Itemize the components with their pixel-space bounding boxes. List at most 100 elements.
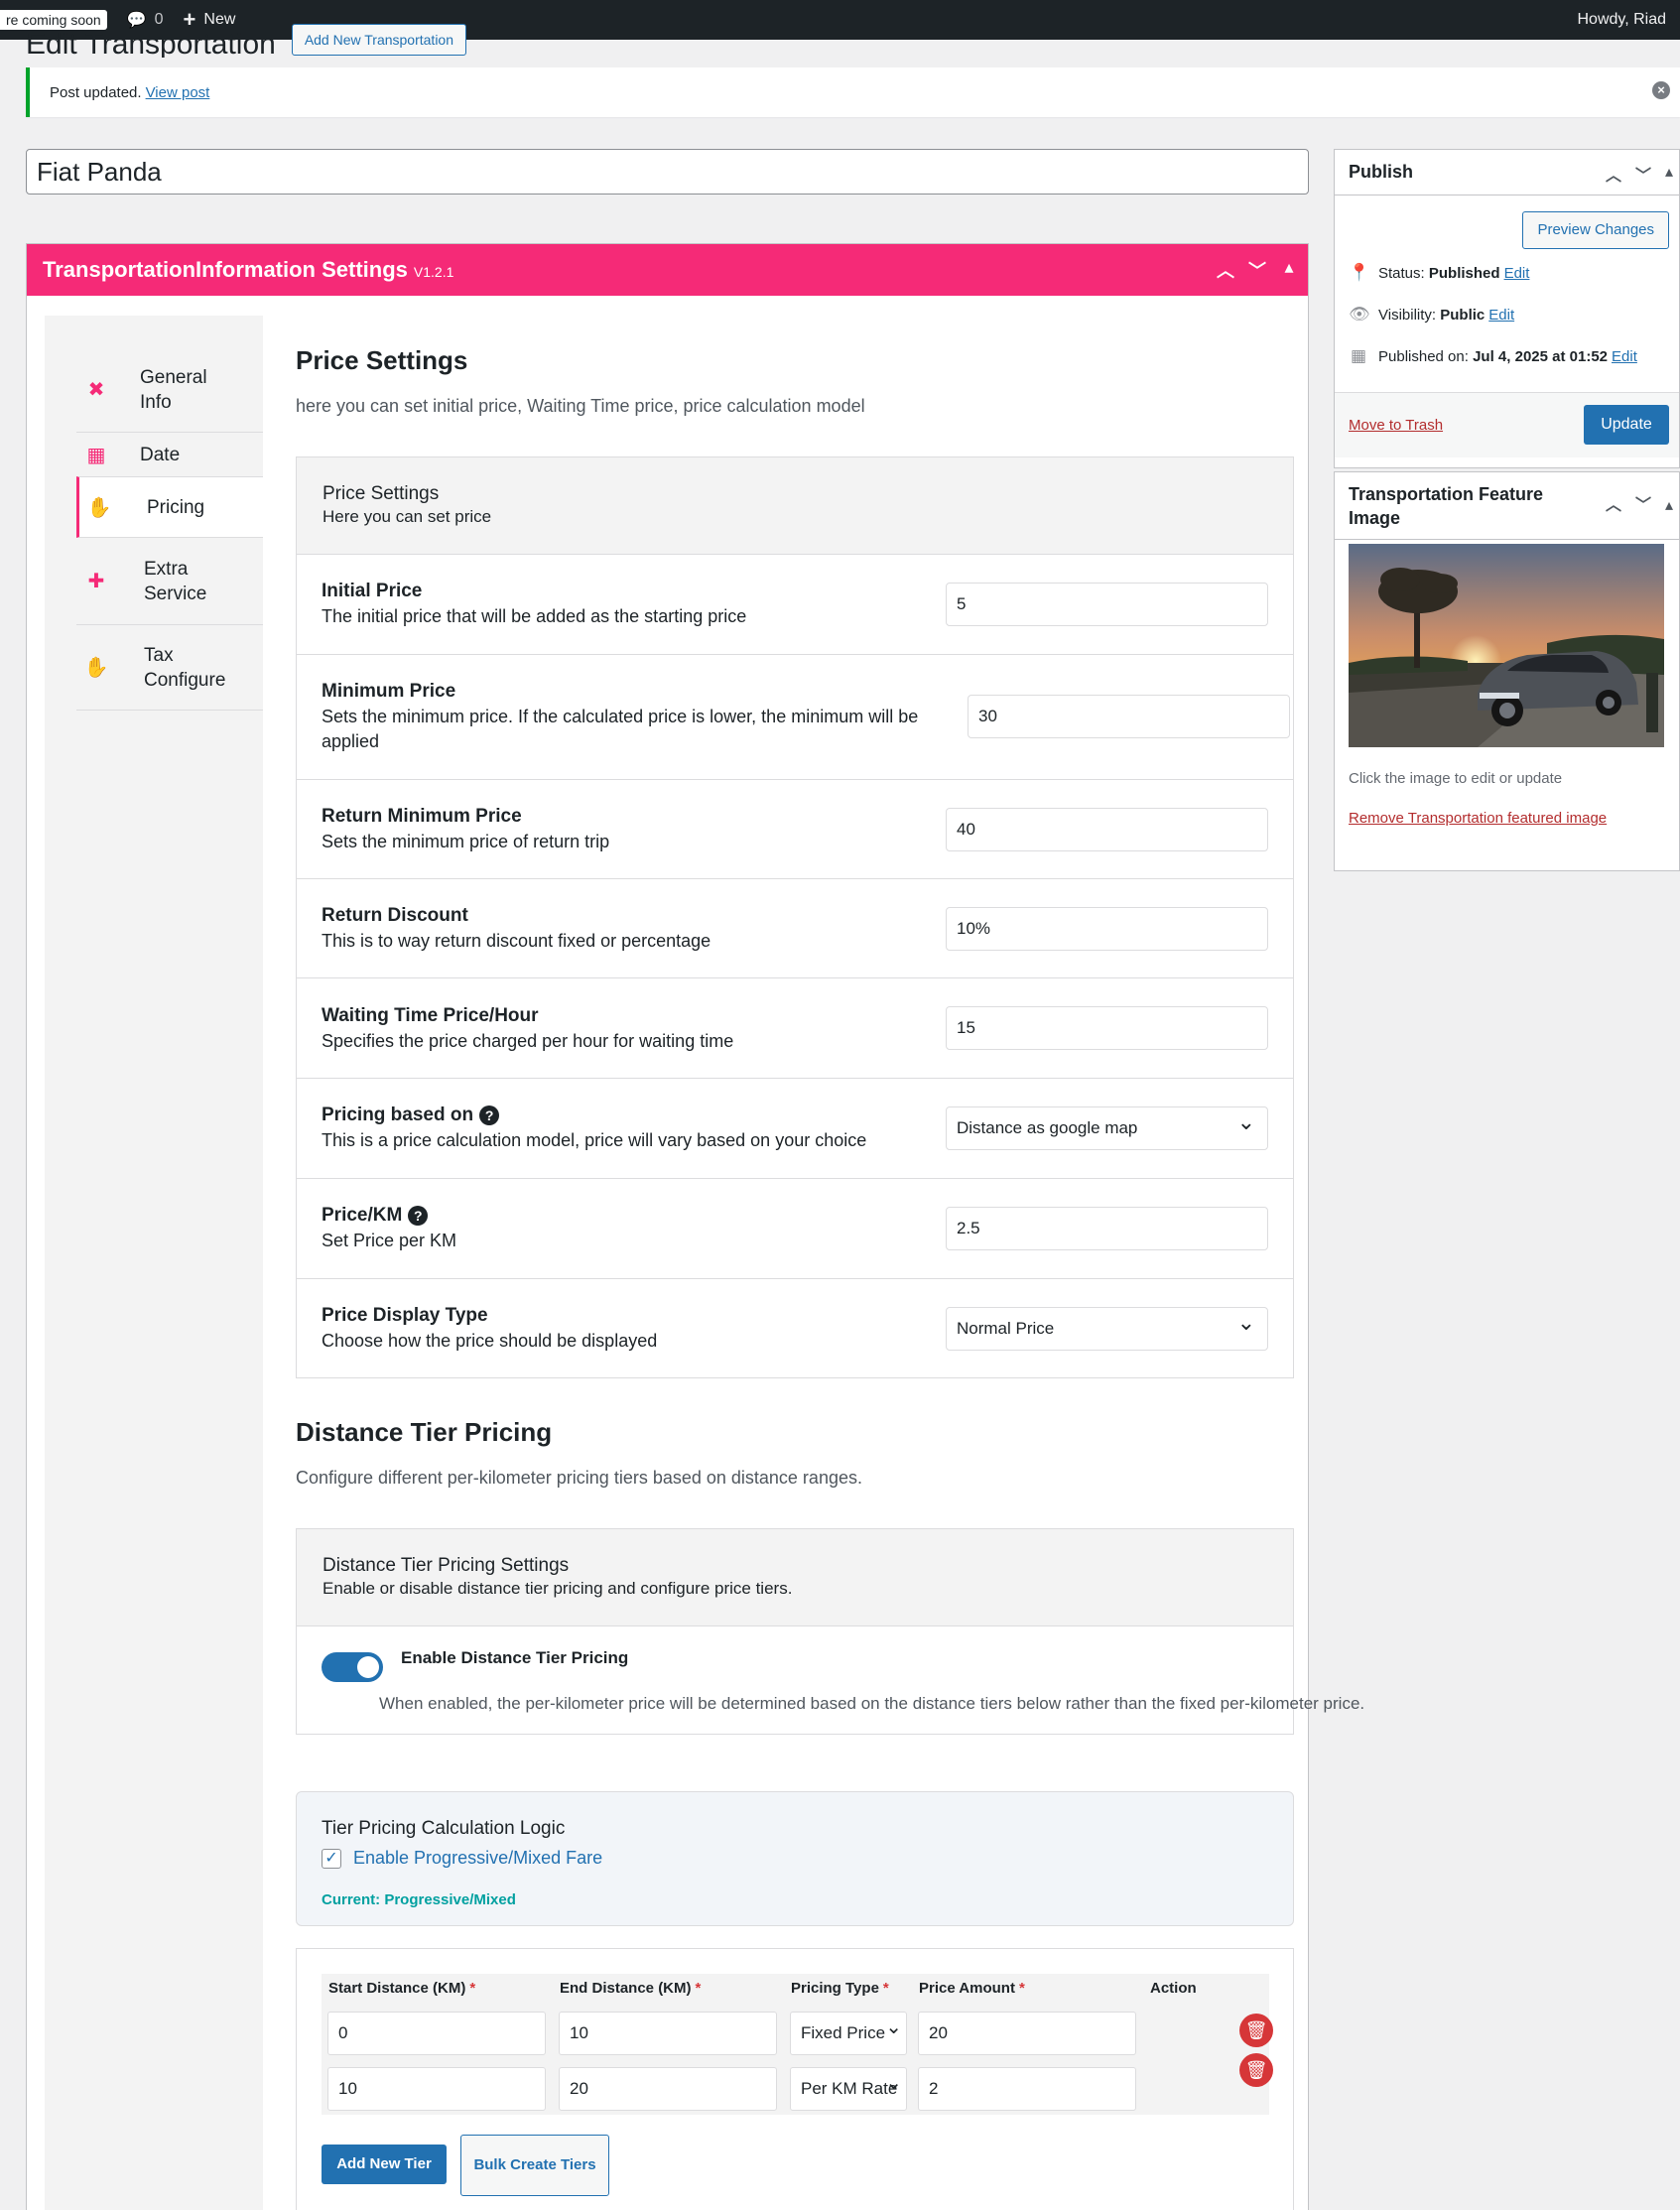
tier-pricing-title: Distance Tier Pricing (296, 1417, 553, 1447)
tier-pricing-desc: Configure different per-kilometer pricin… (296, 1468, 862, 1488)
tab-label: Tax (144, 644, 174, 666)
return-minimum-price-row: Return Minimum Price Sets the minimum pr… (297, 780, 1293, 879)
return-discount-input[interactable]: 10% (946, 907, 1268, 951)
end-distance-input[interactable]: 10 (559, 2012, 777, 2055)
pricing-type-select[interactable]: Per KM Rate (790, 2067, 907, 2111)
feature-image-header: Transportation Feature Image ︿ ﹀ ▴ (1335, 472, 1679, 540)
tier-logic-box: Tier Pricing Calculation Logic ✓ Enable … (296, 1791, 1294, 1926)
post-title-input[interactable]: Fiat Panda (26, 149, 1309, 195)
tab-extra-service[interactable]: ✚ Extra Service (76, 538, 263, 625)
price-settings-title: Price Settings (296, 345, 468, 375)
collapse-icon[interactable]: ▴ (1665, 162, 1673, 186)
edit-status-link[interactable]: Edit (1504, 265, 1530, 282)
tier-settings-panel: Distance Tier Pricing Settings Enable or… (296, 1528, 1364, 1735)
published-value: Jul 4, 2025 at 01:52 (1473, 347, 1609, 365)
move-up-icon[interactable]: ︿ (1606, 162, 1621, 186)
publish-box: Publish ︿ ﹀ ▴ Preview Changes 📍 Status: … (1334, 149, 1680, 468)
field-desc: Sets the minimum price of return trip (322, 832, 610, 851)
initial-price-input[interactable]: 5 (946, 583, 1268, 626)
settings-tabs: ✖ General Info ▦ Date ✋ Pricing ✚ Extra Se… (45, 316, 263, 2210)
move-down-icon[interactable]: ﹀ (1248, 257, 1266, 283)
feature-image-box: Transportation Feature Image ︿ ﹀ ▴ Click… (1334, 471, 1680, 871)
price-per-km-input[interactable]: 2.5 (946, 1207, 1268, 1250)
progressive-fare-option[interactable]: ✓ Enable Progressive/Mixed Fare (322, 1848, 602, 1869)
pin-icon: 📍 (1349, 263, 1370, 282)
column-header: Pricing Type (791, 1980, 879, 1997)
view-post-link[interactable]: View post (146, 84, 210, 101)
field-label: Price/KM (322, 1205, 403, 1226)
minimum-price-input[interactable]: 30 (968, 695, 1290, 738)
move-up-icon[interactable]: ︿ (1217, 257, 1234, 283)
collapse-icon[interactable]: ▴ (1665, 494, 1673, 518)
visibility-value: Public (1440, 306, 1486, 324)
tab-tax-configure[interactable]: ✋ Tax Configure (76, 625, 263, 711)
column-header: End Distance (KM) (560, 1980, 692, 1997)
help-icon[interactable]: ? (408, 1206, 429, 1226)
trash-icon[interactable]: 🗑 (1239, 2014, 1273, 2047)
price-amount-input[interactable]: 20 (918, 2012, 1136, 2055)
update-button[interactable]: Update (1584, 405, 1669, 445)
published-on-row: ▦ Published on: Jul 4, 2025 at 01:52 Edit (1350, 346, 1637, 365)
tab-date[interactable]: ▦ Date (76, 433, 263, 476)
initial-price-row: Initial Price The initial price that wil… (297, 555, 1293, 655)
pricing-based-on-select[interactable]: Distance as google map (946, 1102, 1268, 1150)
tier-table-header: Start Distance (KM) * End Distance (KM) * … (322, 1974, 1269, 2004)
panel-title: Price Settings (323, 483, 440, 504)
waiting-time-price-row: Waiting Time Price/Hour Specifies the pr… (297, 978, 1293, 1079)
edit-date-link[interactable]: Edit (1612, 348, 1637, 365)
checkbox-label[interactable]: Enable Progressive/Mixed Fare (353, 1848, 602, 1869)
tab-pricing[interactable]: ✋ Pricing (76, 476, 263, 538)
price-per-km-row: Price/KM? Set Price per KM 2.5 (297, 1179, 1293, 1279)
price-amount-input[interactable]: 2 (918, 2067, 1136, 2111)
status-value: Published (1428, 264, 1500, 282)
table-row: 0 10 Fixed Price 20 🗑 (322, 2004, 1273, 2059)
table-row: 10 20 Per KM Rate 2 🗑 (322, 2053, 1273, 2115)
preview-changes-button[interactable]: Preview Changes (1522, 211, 1669, 249)
move-down-icon[interactable]: ﹀ (1635, 494, 1651, 518)
move-to-trash-link[interactable]: Move to Trash (1349, 417, 1443, 434)
start-distance-input[interactable]: 10 (327, 2067, 546, 2111)
pricing-type-select[interactable]: Fixed Price (790, 2012, 907, 2055)
transport-settings-metabox: TransportationInformation Settings V1.2.… (26, 243, 1364, 2210)
dismiss-icon[interactable]: × (1652, 81, 1670, 99)
feature-image-caption: Click the image to edit or update (1349, 770, 1563, 787)
price-display-type-row: Price Display Type Choose how the price … (297, 1279, 1293, 1377)
bulk-create-tiers-button[interactable]: Bulk Create Tiers (460, 2135, 609, 2196)
enable-tier-toggle[interactable] (322, 1652, 383, 1682)
edit-visibility-link[interactable]: Edit (1488, 307, 1514, 324)
end-distance-input[interactable]: 20 (559, 2067, 777, 2111)
panel-title: Distance Tier Pricing Settings (323, 1555, 570, 1576)
help-icon[interactable]: ? (479, 1105, 500, 1125)
trash-icon[interactable]: 🗑 (1239, 2053, 1273, 2087)
remove-featured-image-link[interactable]: Remove Transportation featured image (1349, 810, 1607, 827)
move-up-icon[interactable]: ︿ (1606, 494, 1621, 518)
checkbox-checked-icon[interactable]: ✓ (322, 1848, 341, 1869)
return-minimum-price-input[interactable]: 40 (946, 808, 1268, 851)
field-label: Pricing based on (322, 1105, 474, 1125)
move-down-icon[interactable]: ﹀ (1635, 162, 1651, 186)
account-menu[interactable]: Howdy, Riad (1577, 11, 1666, 29)
add-new-button[interactable]: Add New Transportation (291, 24, 467, 56)
tab-label: General (140, 366, 207, 388)
field-desc: Set Price per KM (322, 1231, 457, 1250)
add-new-tier-button[interactable]: Add New Tier (322, 2145, 447, 2184)
metabox-header: TransportationInformation Settings V1.2.… (27, 244, 1308, 296)
field-desc: This is a price calculation model, price… (322, 1130, 867, 1150)
field-desc: Choose how the price should be displayed (322, 1331, 658, 1351)
visibility-row: 👁 Visibility: Public Edit (1349, 305, 1515, 324)
publish-title: Publish (1349, 162, 1414, 182)
price-settings-desc: here you can set initial price, Waiting … (296, 396, 865, 416)
price-display-type-select[interactable]: Normal Price (946, 1302, 1268, 1351)
start-distance-input[interactable]: 0 (327, 2012, 546, 2055)
update-notice: Post updated. View post × (26, 67, 1680, 117)
minimum-price-row: Minimum Price Sets the minimum price. If… (297, 655, 1293, 780)
tab-general-info[interactable]: ✖ General Info (76, 347, 263, 433)
feature-image-title: Transportation Feature (1349, 483, 1544, 504)
waiting-time-price-input[interactable]: 15 (946, 1006, 1268, 1050)
collapse-icon[interactable]: ▴ (1280, 257, 1298, 283)
logic-title: Tier Pricing Calculation Logic (322, 1818, 566, 1839)
panel-header: Distance Tier Pricing Settings Enable or… (297, 1529, 1293, 1626)
featured-image[interactable] (1349, 544, 1664, 747)
toggle-desc: When enabled, the per-kilometer price wi… (379, 1694, 1365, 1713)
toggle-label: Enable Distance Tier Pricing (401, 1648, 629, 1667)
